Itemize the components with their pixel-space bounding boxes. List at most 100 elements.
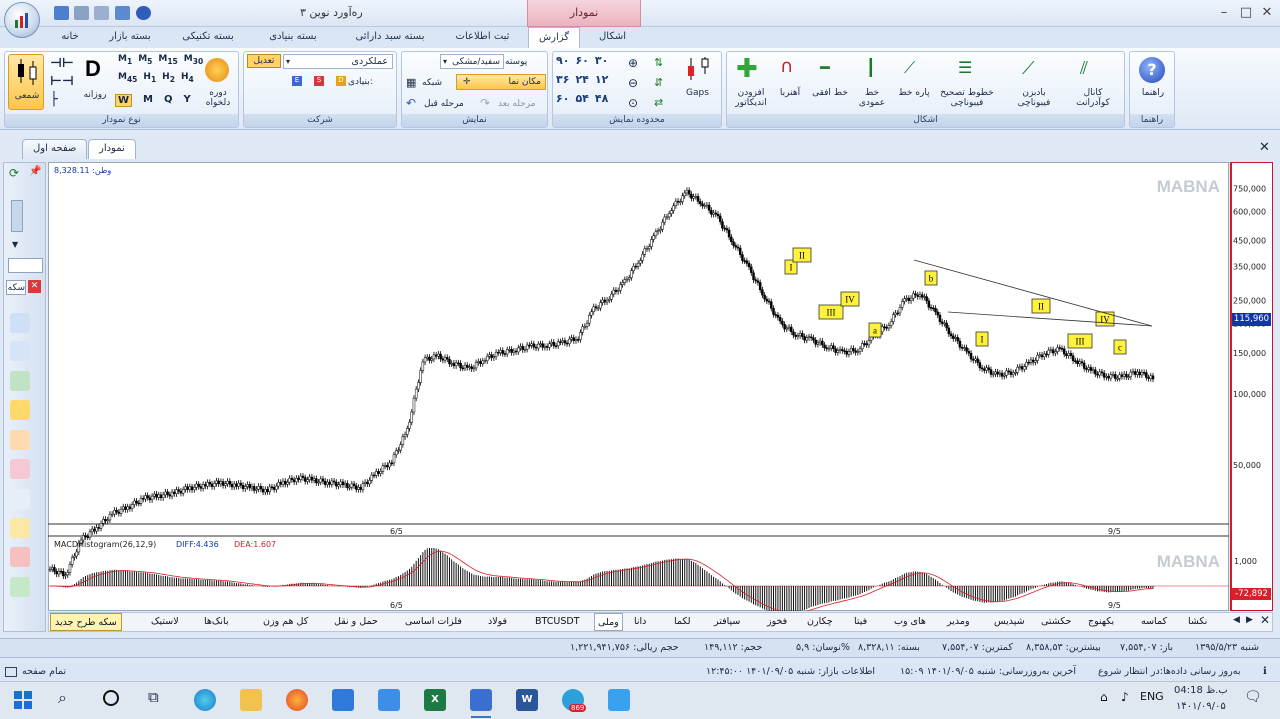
horizontal-line-icon[interactable]: ━ [820, 58, 830, 77]
zoom-reset-icon[interactable]: ⊙ [628, 96, 638, 110]
range-60[interactable]: ۶۰ [575, 54, 588, 67]
tool-icon-5[interactable] [10, 430, 30, 450]
fib-retracement-label[interactable]: خطوط تصحیح فیبوناچی [934, 88, 1000, 108]
tab-home[interactable]: خانه [55, 27, 85, 48]
task-view-icon[interactable]: ⧉ [148, 688, 159, 706]
range-54[interactable]: ۵۴ [575, 92, 588, 105]
chip-e[interactable]: E [292, 76, 302, 86]
pin-icon[interactable]: 📌 [29, 166, 41, 177]
wave-label[interactable]: II [1031, 298, 1051, 314]
tab-fundamental-pack[interactable]: بسته بنیادی [258, 27, 328, 48]
symbol-tab[interactable]: لاستیک [151, 613, 179, 631]
scroll-down-icon[interactable]: ▼ [12, 240, 18, 249]
tool-icon-7[interactable] [10, 489, 30, 509]
symbol-tab[interactable]: ومدیر [947, 613, 970, 631]
dropdown-circle-icon[interactable] [136, 6, 151, 20]
clock-date[interactable]: ۱۴۰۱/۰۹/۰۵ [1176, 701, 1226, 712]
fullpage-label[interactable]: تمام صفحه [22, 666, 66, 677]
tool-icon-1[interactable] [10, 313, 30, 333]
scroll-right-icon[interactable]: ▶ [1246, 615, 1253, 625]
rahavard-icon[interactable] [470, 689, 492, 711]
symbol-tab[interactable]: سپافتر [714, 613, 740, 631]
skin-select[interactable]: سفید/مشکی ▾ [440, 54, 504, 69]
range-30[interactable]: ۳۰ [595, 54, 608, 67]
symbol-tab[interactable]: نکشا [1188, 613, 1207, 631]
tf-m1[interactable]: M1 [118, 54, 132, 66]
search-icon[interactable]: ⌕ [58, 688, 67, 708]
range-90[interactable]: ۹۰ [556, 54, 569, 67]
word-icon[interactable]: W [516, 689, 538, 711]
print-preview-icon[interactable] [94, 6, 109, 20]
file-explorer-icon[interactable] [240, 689, 262, 711]
print-icon[interactable] [74, 6, 89, 20]
gaps-icon[interactable] [686, 56, 712, 85]
range-36[interactable]: ۳۶ [556, 73, 569, 86]
tab-portfolio-pack[interactable]: بسته سبد دارائی [345, 27, 435, 48]
ohlc-icon[interactable]: ⊢⊣ [50, 74, 74, 89]
tool-icon-6[interactable] [10, 459, 30, 479]
cortana-icon[interactable] [103, 690, 119, 706]
magnet-label[interactable]: آهنربا [772, 88, 808, 98]
tf-h1[interactable]: H1 [143, 72, 156, 84]
period-quarter[interactable]: Q [164, 94, 173, 107]
add-indicator-label[interactable]: افزودن اندیکاتور [728, 88, 774, 108]
tool-icon-8[interactable] [10, 518, 30, 538]
symbol-tab[interactable]: بانک‌ها [204, 613, 229, 631]
tool-icon-4[interactable] [10, 400, 30, 420]
line-chart-icon[interactable]: ├ [50, 92, 58, 107]
tf-m45[interactable]: M45 [118, 72, 137, 84]
tf-m30[interactable]: M30 [184, 54, 203, 66]
daily-label[interactable]: روزانه [80, 90, 110, 100]
save-icon[interactable] [54, 6, 69, 20]
left-search-box[interactable] [8, 258, 43, 273]
custom-period-icon[interactable] [205, 58, 229, 82]
period-month[interactable]: M [143, 94, 153, 107]
quadrant-channel-label[interactable]: کانال کوآدرانت [1068, 88, 1118, 108]
minimize-button[interactable]: – [1216, 5, 1232, 21]
maximize-button[interactable]: □ [1238, 5, 1254, 21]
symbol-tab[interactable]: فلزات اساسی [405, 613, 462, 631]
vertical-line-label[interactable]: خط عمودی [852, 88, 892, 108]
fib-fan-label[interactable]: بادبزن فیبوناچی [1006, 88, 1062, 108]
symbol-tab[interactable]: لکما [674, 613, 691, 631]
add-indicator-icon[interactable]: ✚ [736, 54, 758, 84]
magnet-icon[interactable]: ∩ [780, 56, 793, 77]
windows-start-icon[interactable] [14, 691, 32, 709]
horizontal-line-label[interactable]: خط افقی [812, 88, 848, 98]
tab-shapes[interactable]: اشکال [590, 27, 635, 48]
doc-tab-chart[interactable]: نمودار [88, 139, 136, 159]
tf-m5[interactable]: M5 [138, 54, 152, 66]
symbol-tab[interactable]: BTCUSDT [535, 613, 580, 631]
symbol-tab[interactable]: دانا [634, 613, 646, 631]
symbol-tab[interactable]: های وب [894, 613, 926, 631]
wave-label[interactable]: III [818, 304, 844, 320]
doc-tab-home[interactable]: صفحه اول [22, 139, 88, 159]
tool-icon-3[interactable] [10, 371, 30, 391]
wave-label[interactable]: b [924, 270, 938, 286]
zoom-in-icon[interactable]: ⊕ [628, 56, 638, 70]
quadrant-channel-icon[interactable]: ⫽ [1080, 58, 1088, 79]
symbol-tab[interactable]: کماسه [1141, 613, 1167, 631]
chart-canvas[interactable]: وطن: 8,328.11 MABNA IIIIIIIVabIIIIIIIVc … [48, 162, 1274, 611]
trendline[interactable] [913, 259, 1153, 327]
help-icon[interactable]: ? [1139, 57, 1165, 83]
scroll-icon-3[interactable]: ⇄ [654, 96, 663, 109]
mail-icon[interactable] [378, 689, 400, 711]
custom-period-label[interactable]: دوره دلخواه [198, 88, 238, 108]
symbol-tab[interactable]: سکه طرح جدید [50, 613, 122, 631]
fib-retracement-icon[interactable]: ☰ [958, 58, 972, 77]
cursor-button[interactable]: مکان نما ✛ [456, 74, 546, 90]
wave-label[interactable]: III [1067, 333, 1093, 349]
range-24[interactable]: ۲۴ [575, 73, 588, 86]
period-year[interactable]: Y [184, 94, 191, 107]
daily-glyph[interactable]: D [85, 56, 101, 82]
tf-h4[interactable]: H4 [181, 72, 194, 84]
firefox-icon[interactable] [286, 689, 308, 711]
wave-label[interactable]: c [1113, 339, 1127, 355]
segment-icon[interactable]: ⟋ [904, 58, 915, 78]
bar-chart-icon[interactable]: ⊣⊢ [50, 56, 74, 71]
tab-report[interactable]: گزارش [528, 27, 580, 49]
company-select[interactable]: عملکردی ▾ [283, 54, 393, 69]
refresh-icon[interactable]: ⟳ [9, 166, 19, 180]
tab-market-pack[interactable]: بسته بازار [100, 27, 160, 48]
